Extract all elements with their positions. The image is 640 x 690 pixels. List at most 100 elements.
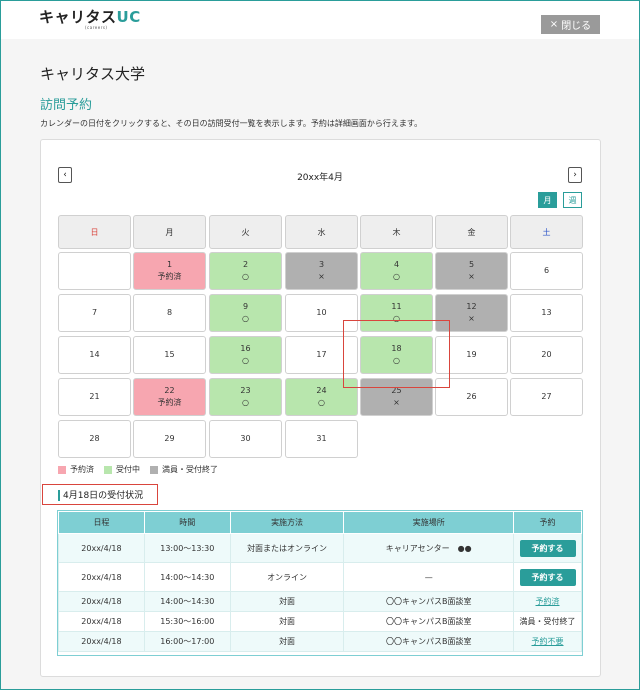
- table-header-row: 日程 時間 実施方法 実施場所 予約: [58, 511, 582, 534]
- logo-text: キャリタス: [39, 8, 117, 26]
- table-row: 20xx/4/18 14:00〜14:30 対面 〇〇キャンパスB面談室 予約済: [58, 591, 582, 612]
- calendar-day-8[interactable]: 8: [133, 294, 206, 332]
- day-number: 24: [316, 386, 327, 395]
- cell-action: 予約する: [513, 562, 582, 592]
- calendar-day-empty: [58, 252, 131, 290]
- close-icon: ×: [549, 19, 559, 30]
- day-status: ×: [468, 314, 475, 323]
- close-button[interactable]: × 閉じる: [541, 15, 600, 34]
- calendar-day-11[interactable]: 11 ○: [360, 294, 433, 332]
- table-row: 20xx/4/18 13:00〜13:30 対面またはオンライン キャリアセンター ●…: [58, 533, 582, 563]
- calendar-day-24[interactable]: 24 ○: [285, 378, 358, 416]
- cell-time: 16:00〜17:00: [143, 631, 231, 652]
- university-title: キャリタス大学: [40, 65, 146, 83]
- legend-item: 予約済: [58, 464, 94, 475]
- day-status: ○: [242, 356, 249, 365]
- day-status: ○: [242, 272, 249, 281]
- reserve-button[interactable]: 予約する: [519, 568, 576, 586]
- week-view-button[interactable]: 週: [563, 192, 582, 208]
- action-link[interactable]: 予約済: [536, 597, 560, 606]
- calendar-day-29[interactable]: 29: [133, 420, 206, 458]
- action-link[interactable]: 予約不要: [532, 637, 564, 646]
- cell-action: 予約済: [513, 591, 582, 612]
- calendar-day-17[interactable]: 17: [285, 336, 358, 374]
- month-view-button[interactable]: 月: [538, 192, 557, 208]
- day-status: 予約済: [157, 272, 182, 281]
- legend-swatch-open: [104, 465, 112, 474]
- calendar-day-25[interactable]: 25 ×: [360, 378, 433, 416]
- calendar-day-28[interactable]: 28: [58, 420, 131, 458]
- day-number: 8: [166, 308, 173, 317]
- day-number: 5: [468, 260, 475, 269]
- cell-place: 〇〇キャンパスB面談室: [343, 591, 514, 612]
- calendar-day-20[interactable]: 20: [510, 336, 583, 374]
- weekday-header: 月: [133, 215, 206, 249]
- calendar-day-19[interactable]: 19: [435, 336, 508, 374]
- legend-label: 予約済: [70, 465, 94, 474]
- day-status: ○: [318, 398, 325, 407]
- calendar-day-4[interactable]: 4 ○: [360, 252, 433, 290]
- cell-date: 20xx/4/18: [58, 533, 145, 563]
- cell-date: 20xx/4/18: [58, 562, 145, 592]
- cell-time: 14:00〜14:30: [143, 591, 231, 612]
- day-number: 10: [316, 308, 327, 317]
- legend-label: 満員・受付終了: [162, 465, 218, 474]
- weekday-header: 木: [360, 215, 433, 249]
- day-status: ○: [393, 272, 400, 281]
- day-number: 2: [242, 260, 249, 269]
- day-status: ○: [242, 314, 249, 323]
- day-number: 6: [543, 266, 550, 275]
- cell-method: 対面: [229, 591, 345, 612]
- day-number: 25: [391, 386, 402, 395]
- day-number: 4: [393, 260, 400, 269]
- calendar-day-23[interactable]: 23 ○: [209, 378, 282, 416]
- day-number: 31: [316, 434, 327, 443]
- day-status: ○: [242, 398, 249, 407]
- calendar-day-6[interactable]: 6: [510, 252, 583, 290]
- calendar-day-7[interactable]: 7: [58, 294, 131, 332]
- calendar-day-26[interactable]: 26: [435, 378, 508, 416]
- day-number: 11: [391, 302, 402, 311]
- status-title-box: 4月18日の受付状況: [42, 484, 158, 505]
- calendar-day-13[interactable]: 13: [510, 294, 583, 332]
- chevron-left-icon: ‹: [63, 170, 67, 180]
- calendar-day-31[interactable]: 31: [285, 420, 358, 458]
- column-header-method: 実施方法: [229, 511, 345, 534]
- day-status: ○: [393, 314, 400, 323]
- cell-action: 満員・受付終了: [513, 611, 582, 632]
- legend-item: 満員・受付終了: [150, 464, 218, 475]
- reserve-button[interactable]: 予約する: [519, 539, 576, 557]
- calendar-day-14[interactable]: 14: [58, 336, 131, 374]
- table-row: 20xx/4/18 14:00〜14:30 オンライン — 予約する: [58, 562, 582, 592]
- cell-time: 13:00〜13:30: [143, 533, 231, 563]
- calendar-day-2[interactable]: 2 ○: [209, 252, 282, 290]
- status-title: 4月18日の受付状況: [63, 491, 144, 501]
- calendar-day-18[interactable]: 18 ○: [360, 336, 433, 374]
- cell-method: 対面またはオンライン: [229, 533, 345, 563]
- cell-method: 対面: [229, 631, 345, 652]
- calendar-day-16[interactable]: 16 ○: [209, 336, 282, 374]
- cell-action: 予約する: [513, 533, 582, 563]
- calendar-day-12[interactable]: 12 ×: [435, 294, 508, 332]
- day-number: 29: [164, 434, 175, 443]
- calendar-day-15[interactable]: 15: [133, 336, 206, 374]
- calendar-day-21[interactable]: 21: [58, 378, 131, 416]
- calendar-day-3[interactable]: 3 ×: [285, 252, 358, 290]
- calendar-day-27[interactable]: 27: [510, 378, 583, 416]
- calendar-day-5[interactable]: 5 ×: [435, 252, 508, 290]
- day-number: 17: [316, 350, 327, 359]
- calendar-day-30[interactable]: 30: [209, 420, 282, 458]
- cell-place: キャリアセンター ●●: [343, 533, 514, 563]
- calendar-day-10[interactable]: 10: [285, 294, 358, 332]
- day-number: 15: [164, 350, 175, 359]
- day-status: ○: [393, 356, 400, 365]
- prev-month-button[interactable]: ‹: [58, 167, 72, 183]
- day-number: 3: [318, 260, 325, 269]
- cell-date: 20xx/4/18: [58, 631, 145, 652]
- next-month-button[interactable]: ›: [568, 167, 582, 183]
- calendar-day-1[interactable]: 1 予約済: [133, 252, 206, 290]
- calendar-day-9[interactable]: 9 ○: [209, 294, 282, 332]
- month-title: 20xx年4月: [297, 173, 343, 183]
- weekday-header: 日: [58, 215, 131, 249]
- calendar-day-22[interactable]: 22 予約済: [133, 378, 206, 416]
